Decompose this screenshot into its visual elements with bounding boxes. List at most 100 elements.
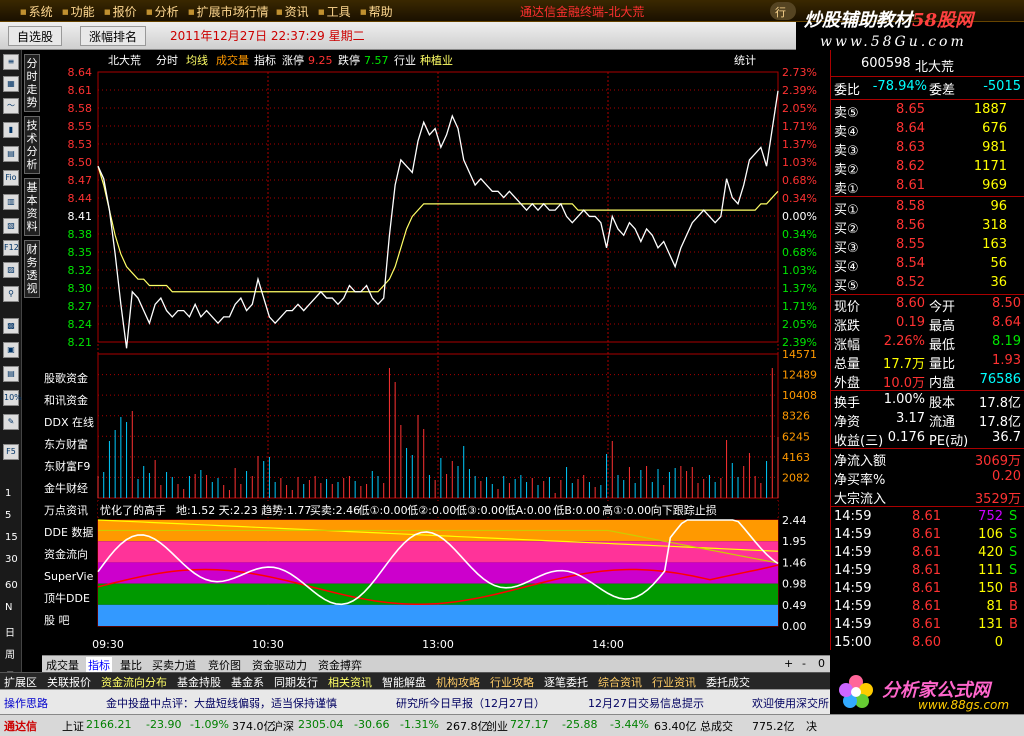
f10-icon[interactable]: Fio xyxy=(3,170,19,186)
menu-tools[interactable]: 工具 xyxy=(318,3,351,20)
btab-volume-ratio[interactable]: 量比 xyxy=(118,657,144,673)
note-icon[interactable]: ✎ xyxy=(3,414,19,430)
sell-order-row[interactable]: 卖① 8.61 969 xyxy=(831,178,1024,197)
overlay-link[interactable]: 东财富F9 xyxy=(44,459,90,473)
sell-order-row[interactable]: 卖② 8.62 1171 xyxy=(831,159,1024,178)
module-tab[interactable]: 机构攻略 xyxy=(436,674,480,690)
zoom-out-button[interactable]: - xyxy=(802,657,806,670)
buy-order-row[interactable]: 买① 8.58 96 xyxy=(831,199,1024,218)
module-tab[interactable]: 行业攻略 xyxy=(490,674,534,690)
module-tab[interactable]: 基金系 xyxy=(231,674,264,690)
volume-tick-label: 2082 xyxy=(782,471,810,484)
ranking-icon[interactable]: ▤ xyxy=(3,366,19,382)
module-tab[interactable]: 委托成交 xyxy=(706,674,750,690)
news-item-strategy[interactable]: 操作思路 xyxy=(4,695,48,711)
overlay-link[interactable]: 资金流向 xyxy=(44,547,88,561)
chart-tab-intraday[interactable]: 分时 xyxy=(156,54,178,67)
overlay-link[interactable]: 股歌资金 xyxy=(44,371,88,385)
overlay-link[interactable]: DDE 数据 xyxy=(44,525,93,539)
module-tab[interactable]: 逐笔委托 xyxy=(544,674,588,690)
module-tab[interactable]: 智能解盘 xyxy=(382,674,426,690)
zoom-reset-button[interactable]: 0 xyxy=(818,657,825,670)
menu-system[interactable]: 系统 xyxy=(20,3,53,20)
side-tab-fundamentals[interactable]: 基本资料 xyxy=(24,178,40,236)
f12-icon[interactable]: F12 xyxy=(3,240,19,256)
search-icon[interactable]: ⚲ xyxy=(3,286,19,302)
period-15[interactable]: 15 xyxy=(5,532,18,543)
chart-tab-avg[interactable]: 均线 xyxy=(186,53,208,67)
intraday-chart[interactable]: 8.64 2.73% 8.61 2.39% 8.58 2.05% 8.55 1.71% 8.53… xyxy=(42,50,830,655)
module-tab[interactable]: 同期发行 xyxy=(274,674,318,690)
btab-buy-sell-force[interactable]: 买卖力道 xyxy=(150,657,198,673)
overlay-link[interactable]: 和讯资金 xyxy=(44,393,88,407)
overlay-link[interactable]: 万点资讯 xyxy=(44,504,88,517)
btab-volume[interactable]: 成交量 xyxy=(44,657,81,673)
zoom-in-button[interactable]: + xyxy=(784,657,793,670)
period-5[interactable]: 5 xyxy=(5,510,11,521)
side-tab-technical[interactable]: 技术分析 xyxy=(24,116,40,174)
line-chart-icon[interactable]: 〜 xyxy=(3,98,19,114)
overlay-link[interactable]: 金牛财经 xyxy=(44,481,88,495)
chart-tab-volume[interactable]: 成交量 xyxy=(216,53,249,67)
menu-analysis[interactable]: 分析 xyxy=(146,3,179,20)
menu-extended-market[interactable]: 扩展市场行情 xyxy=(188,3,269,20)
chart-tab-indicator[interactable]: 指标 xyxy=(254,53,276,67)
side-tab-financials[interactable]: 财务透视 xyxy=(24,240,40,298)
sell-order-row[interactable]: 卖⑤ 8.65 1887 xyxy=(831,102,1024,121)
grid-icon[interactable]: ▦ xyxy=(3,76,19,92)
bar-chart-icon[interactable]: ▩ xyxy=(3,318,19,334)
report-icon[interactable]: ▥ xyxy=(3,194,19,210)
f5-icon[interactable]: F5 xyxy=(3,444,19,460)
sell-order-row[interactable]: 卖④ 8.64 676 xyxy=(831,121,1024,140)
list-icon[interactable]: ≡ xyxy=(3,54,19,70)
news-item-report[interactable]: 研究所今日早报（12月27日） xyxy=(396,695,545,711)
btab-fund-drive[interactable]: 资金驱动力 xyxy=(250,657,309,673)
buy-order-row[interactable]: 买③ 8.55 163 xyxy=(831,237,1024,256)
percent-icon[interactable]: 10% xyxy=(3,390,22,406)
module-tab[interactable]: 基金持股 xyxy=(177,674,221,690)
tab-watchlist[interactable]: 自选股 xyxy=(8,26,63,46)
period-30[interactable]: 30 xyxy=(5,554,18,565)
menu-help[interactable]: 帮助 xyxy=(360,3,393,20)
module-tab[interactable]: 行业资讯 xyxy=(652,674,696,690)
buy-order-row[interactable]: 买⑤ 8.52 36 xyxy=(831,275,1024,294)
menu-function[interactable]: 功能 xyxy=(62,3,95,20)
doc-icon[interactable]: ▧ xyxy=(3,218,19,234)
period-n[interactable]: N xyxy=(5,602,12,613)
tab-gainers[interactable]: 涨幅排名 xyxy=(80,26,147,46)
chart-icon[interactable]: ▨ xyxy=(3,262,19,278)
period-day[interactable]: 日 xyxy=(5,624,15,639)
window-icon[interactable]: ▣ xyxy=(3,342,19,358)
candle-icon[interactable]: ▮ xyxy=(3,122,19,138)
period-60[interactable]: 60 xyxy=(5,580,18,591)
news-item-trade-info[interactable]: 12月27日交易信息提示 xyxy=(588,695,704,711)
tick-side: S xyxy=(1009,563,1018,578)
module-tab[interactable]: 综合资讯 xyxy=(598,674,642,690)
table-icon[interactable]: ▤ xyxy=(3,146,19,162)
module-tab[interactable]: 关联报价 xyxy=(47,674,91,690)
menu-news[interactable]: 资讯 xyxy=(276,3,309,20)
btab-auction[interactable]: 竞价图 xyxy=(206,657,243,673)
overlay-link[interactable]: SuperVie xyxy=(44,570,94,583)
period-week[interactable]: 周 xyxy=(5,646,15,661)
btab-fund-game[interactable]: 资金搏弈 xyxy=(316,657,364,673)
news-item-comment[interactable]: 金中投盘中点评：大盘短线偏弱，适当保持谨慎 xyxy=(106,695,337,711)
news-item-welcome[interactable]: 欢迎使用深交所 xyxy=(752,695,829,711)
menu-quote[interactable]: 报价 xyxy=(104,3,137,20)
sell-order-row[interactable]: 卖③ 8.63 981 xyxy=(831,140,1024,159)
buy-order-row[interactable]: 买④ 8.54 56 xyxy=(831,256,1024,275)
overlay-link[interactable]: 东方财富 xyxy=(44,437,88,451)
buy-order-row[interactable]: 买② 8.56 318 xyxy=(831,218,1024,237)
btab-indicator[interactable]: 指标 xyxy=(86,657,112,673)
trade-button[interactable]: 行 xyxy=(770,2,796,20)
overlay-link[interactable]: 顶牛DDE xyxy=(44,591,90,605)
order-price: 8.56 xyxy=(896,218,925,233)
side-tab-intraday[interactable]: 分时走势 xyxy=(24,54,40,112)
module-tab[interactable]: 相关资讯 xyxy=(328,674,372,690)
module-tab[interactable]: 扩展区 xyxy=(4,674,37,690)
overlay-link[interactable]: 股 吧 xyxy=(44,614,70,627)
overlay-link[interactable]: DDX 在线 xyxy=(44,415,94,429)
period-1[interactable]: 1 xyxy=(5,488,11,499)
module-tab[interactable]: 资金流向分布 xyxy=(101,674,167,690)
stats-button[interactable]: 统计 xyxy=(734,54,756,67)
